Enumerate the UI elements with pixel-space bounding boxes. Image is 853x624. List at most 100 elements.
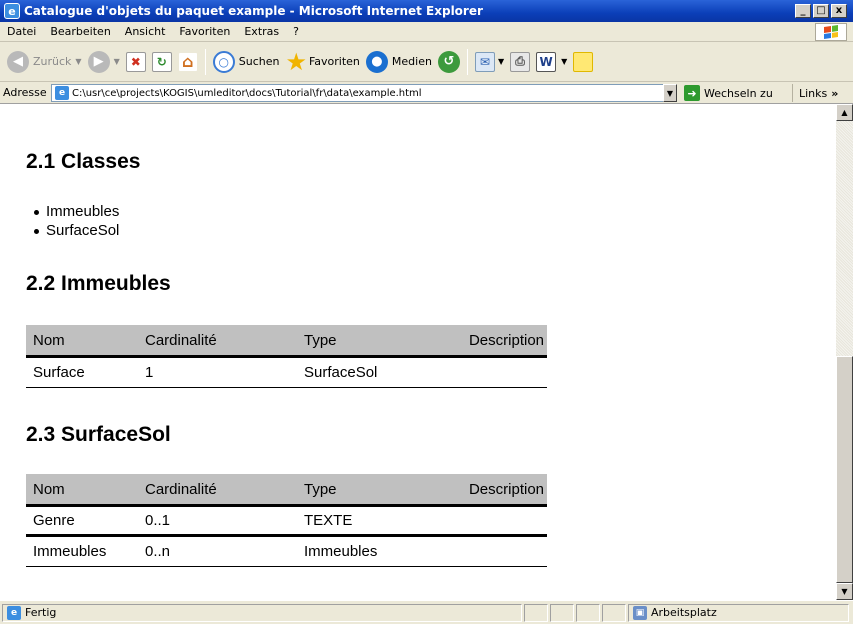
search-label: Suchen xyxy=(238,55,280,68)
print-button[interactable]: ⎙ xyxy=(507,46,533,78)
column-header: Cardinalité xyxy=(145,480,217,498)
chevron-down-icon: ▼ xyxy=(497,57,505,66)
toolbar-separator xyxy=(204,48,206,75)
computer-icon: ▣ xyxy=(633,605,647,620)
column-header: Cardinalité xyxy=(145,331,217,349)
table-row: Genre 0..1 TEXTE xyxy=(26,507,547,537)
column-header: Description xyxy=(468,480,544,498)
table-cell: TEXTE xyxy=(304,512,353,529)
surfacesol-heading: 2.3 SurfaceSol xyxy=(26,423,171,446)
chevron-right-icon: » xyxy=(831,86,839,100)
immeubles-heading: 2.2 Immeubles xyxy=(26,272,171,295)
column-header: Nom xyxy=(33,480,65,498)
stop-button[interactable]: ✖ xyxy=(123,46,149,78)
messenger-button[interactable] xyxy=(570,46,596,78)
favorites-button[interactable]: ★ Favoriten xyxy=(282,46,362,78)
menu-bar: Datei Bearbeiten Ansicht Favoriten Extra… xyxy=(0,22,853,42)
table-cell: Immeubles xyxy=(304,543,378,560)
table-cell: Immeubles xyxy=(33,543,107,560)
go-label: Wechseln zu xyxy=(704,86,773,100)
note-icon xyxy=(573,51,594,72)
address-input[interactable]: e C:\usr\ce\projects\KOGIS\umleditor\doc… xyxy=(51,84,677,102)
table-cell: SurfaceSol xyxy=(304,364,378,381)
status-text: Fertig xyxy=(25,606,57,619)
history-icon: ↺ xyxy=(437,50,460,73)
vertical-scrollbar[interactable]: ▲ ▼ xyxy=(836,104,853,600)
column-header: Type xyxy=(304,480,337,498)
forward-arrow-icon: ▶ xyxy=(87,50,110,73)
toolbar: ◀ Zurück ▼ ▶ ▼ ✖ ↻ ⌂ ○ Suchen ★ Favorite… xyxy=(0,42,853,82)
home-icon: ⌂ xyxy=(177,51,198,72)
table-cell: 1 xyxy=(145,364,154,381)
status-pane xyxy=(576,603,600,622)
address-bar: Adresse e C:\usr\ce\projects\KOGIS\umled… xyxy=(0,82,853,104)
status-text-pane: e Fertig xyxy=(2,603,522,622)
printer-icon: ⎙ xyxy=(510,51,531,72)
word-icon: W xyxy=(536,51,557,72)
refresh-icon: ↻ xyxy=(151,51,172,72)
menu-datei[interactable]: Datei xyxy=(0,25,43,38)
maximize-button[interactable]: □ xyxy=(813,4,829,18)
history-button[interactable]: ↺ xyxy=(435,46,463,78)
zone-pane: ▣ Arbeitsplatz xyxy=(628,603,849,622)
back-label: Zurück xyxy=(33,55,72,68)
chevron-down-icon: ▼ xyxy=(561,57,568,66)
media-label: Medien xyxy=(391,55,432,68)
search-button[interactable]: ○ Suchen xyxy=(210,46,283,78)
list-item: SurfaceSol xyxy=(33,222,120,239)
media-icon: ● xyxy=(365,50,388,73)
forward-button[interactable]: ▶ ▼ xyxy=(85,46,123,78)
status-pane xyxy=(602,603,626,622)
status-pane xyxy=(524,603,548,622)
status-bar: e Fertig ▣ Arbeitsplatz xyxy=(0,600,853,624)
ie-logo-icon: e xyxy=(4,3,20,19)
scroll-down-button[interactable]: ▼ xyxy=(836,583,853,600)
menu-help[interactable]: ? xyxy=(286,25,306,38)
title-bar: e Catalogue d'objets du paquet example -… xyxy=(0,0,853,22)
table-cell: 0..n xyxy=(145,543,171,560)
table-header: Nom Cardinalité Type Description xyxy=(26,474,547,504)
go-arrow-icon: ➜ xyxy=(684,85,700,101)
favorites-label: Favoriten xyxy=(308,55,360,68)
status-pane xyxy=(550,603,574,622)
window-title: Catalogue d'objets du paquet example - M… xyxy=(24,4,483,18)
page-content: 2.1 Classes Immeubles SurfaceSol 2.2 Imm… xyxy=(0,104,836,600)
menu-ansicht[interactable]: Ansicht xyxy=(118,25,173,38)
go-button[interactable]: ➜ Wechseln zu xyxy=(684,84,773,102)
menu-extras[interactable]: Extras xyxy=(237,25,286,38)
column-header: Nom xyxy=(33,331,65,349)
column-header: Type xyxy=(304,331,337,349)
address-value: C:\usr\ce\projects\KOGIS\umleditor\docs\… xyxy=(72,87,422,99)
column-header: Description xyxy=(468,331,544,349)
menu-favoriten[interactable]: Favoriten xyxy=(172,25,237,38)
links-label: Links xyxy=(799,86,828,100)
page-icon: e xyxy=(55,86,69,100)
toolbar-separator xyxy=(466,48,468,75)
scroll-up-button[interactable]: ▲ xyxy=(836,104,853,121)
immeubles-table: Nom Cardinalité Type Description Surface… xyxy=(26,325,547,388)
back-button[interactable]: ◀ Zurück ▼ xyxy=(4,46,85,78)
zone-label: Arbeitsplatz xyxy=(651,606,717,619)
table-cell: 0..1 xyxy=(145,512,171,529)
menu-bearbeiten[interactable]: Bearbeiten xyxy=(43,25,117,38)
address-dropdown-button[interactable]: ▼ xyxy=(663,84,677,102)
refresh-button[interactable]: ↻ xyxy=(149,46,175,78)
mail-button[interactable]: ✉ ▼ xyxy=(472,46,507,78)
table-cell: Surface xyxy=(33,364,85,381)
address-label: Adresse xyxy=(3,86,47,99)
edit-button[interactable]: W ▼ xyxy=(533,46,570,78)
classes-list: Immeubles SurfaceSol xyxy=(33,202,120,240)
chevron-down-icon: ▼ xyxy=(75,57,82,66)
surfacesol-table: Nom Cardinalité Type Description Genre 0… xyxy=(26,474,547,567)
home-button[interactable]: ⌂ xyxy=(175,46,201,78)
list-item: Immeubles xyxy=(33,203,120,220)
scroll-thumb[interactable] xyxy=(836,356,853,583)
table-row: Surface 1 SurfaceSol xyxy=(26,358,547,388)
media-button[interactable]: ● Medien xyxy=(363,46,435,78)
windows-logo-icon xyxy=(815,23,847,41)
search-icon: ○ xyxy=(212,50,235,73)
close-button[interactable]: x xyxy=(831,4,847,18)
minimize-button[interactable]: _ xyxy=(795,4,811,18)
links-button[interactable]: Links » xyxy=(792,84,838,102)
mail-icon: ✉ xyxy=(474,51,495,72)
